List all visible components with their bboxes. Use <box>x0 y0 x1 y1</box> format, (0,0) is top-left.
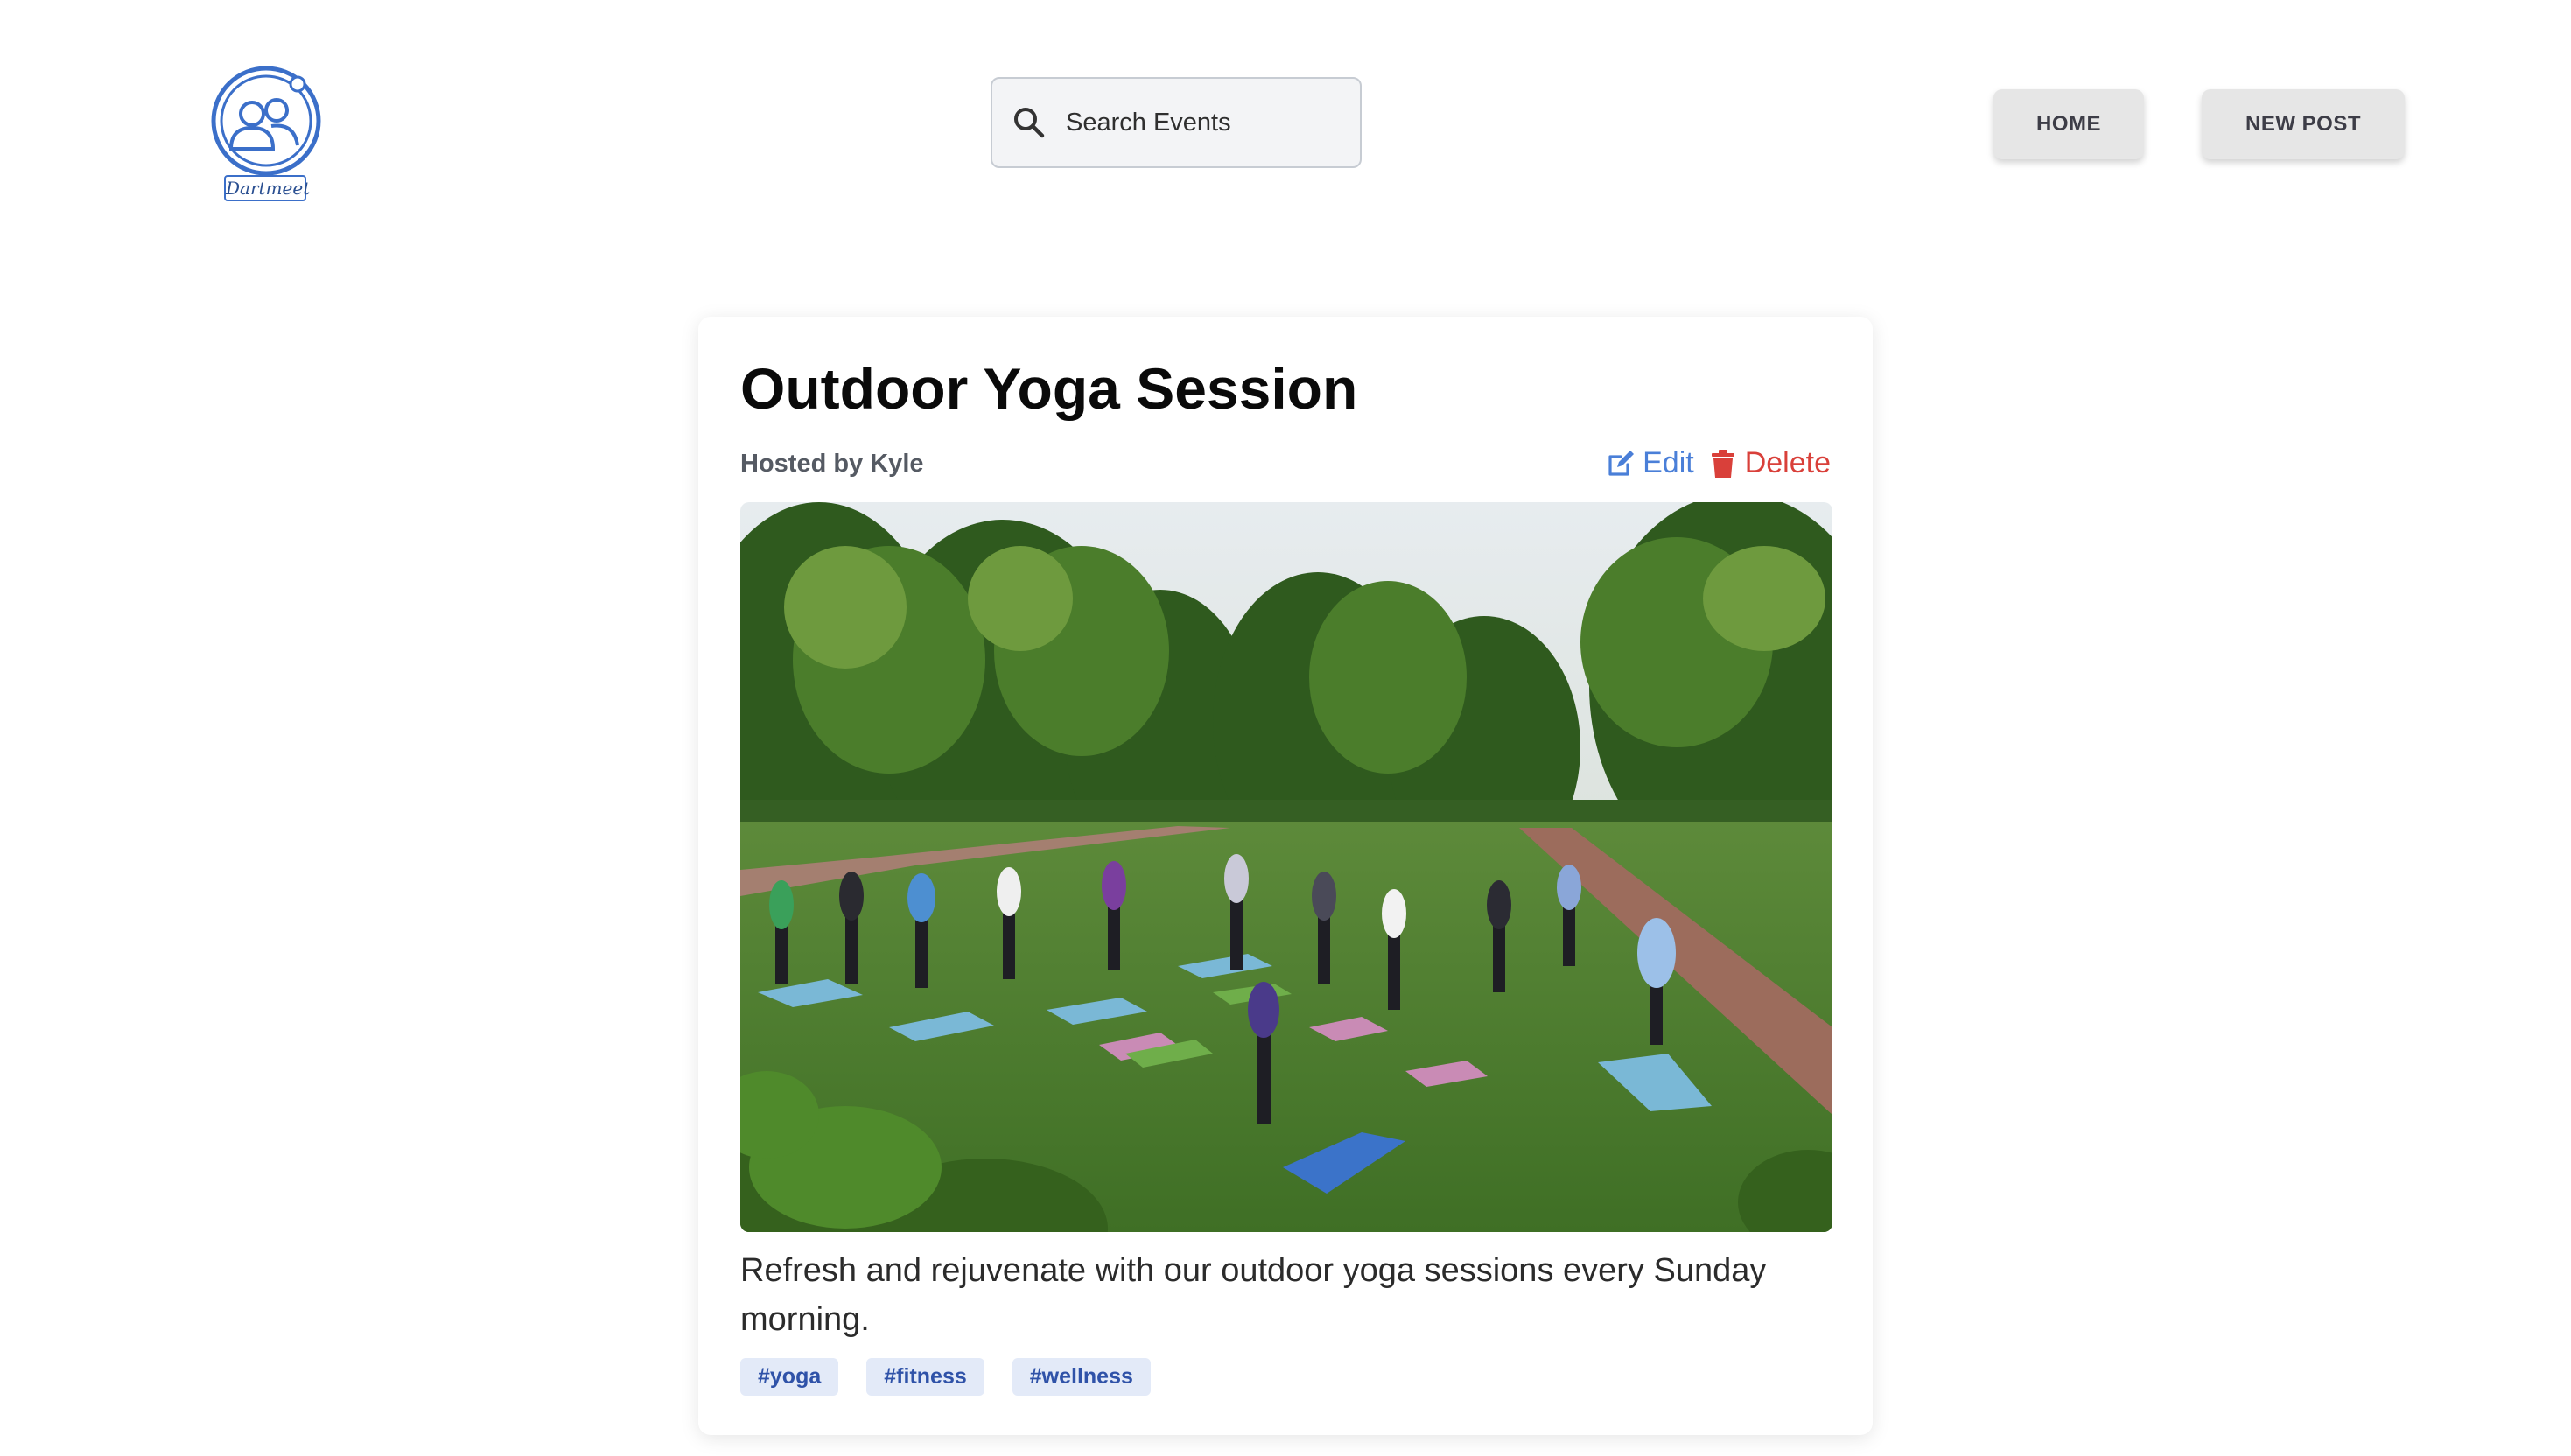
logo-wordmark: Dartmeet <box>224 175 310 201</box>
search-input[interactable] <box>1064 107 1348 138</box>
search-icon <box>1014 108 1045 138</box>
edit-label: Edit <box>1643 446 1694 480</box>
event-card: Outdoor Yoga Session Hosted by Kyle Edit… <box>698 317 1873 1435</box>
event-title: Outdoor Yoga Session <box>740 356 1358 421</box>
delete-label: Delete <box>1744 446 1831 480</box>
event-image <box>740 502 1832 1232</box>
home-button[interactable]: HOME <box>1993 89 2144 159</box>
edit-icon <box>1608 450 1635 476</box>
edit-button[interactable]: Edit <box>1606 446 1694 480</box>
new-post-button[interactable]: NEW POST <box>2202 89 2405 159</box>
tag-wellness[interactable]: #wellness <box>1012 1358 1151 1396</box>
tag-yoga[interactable]: #yoga <box>740 1358 839 1396</box>
tag-fitness[interactable]: #fitness <box>866 1358 984 1396</box>
trash-icon <box>1711 449 1734 478</box>
event-description: Refresh and rejuvenate with our outdoor … <box>740 1252 1767 1338</box>
delete-button[interactable]: Delete <box>1708 446 1831 480</box>
event-host: Hosted by Kyle <box>740 450 924 478</box>
event-actions: Edit Delete <box>1606 446 1831 480</box>
search-box[interactable] <box>991 77 1362 168</box>
tag-list: #yoga #fitness #wellness <box>740 1358 1179 1396</box>
